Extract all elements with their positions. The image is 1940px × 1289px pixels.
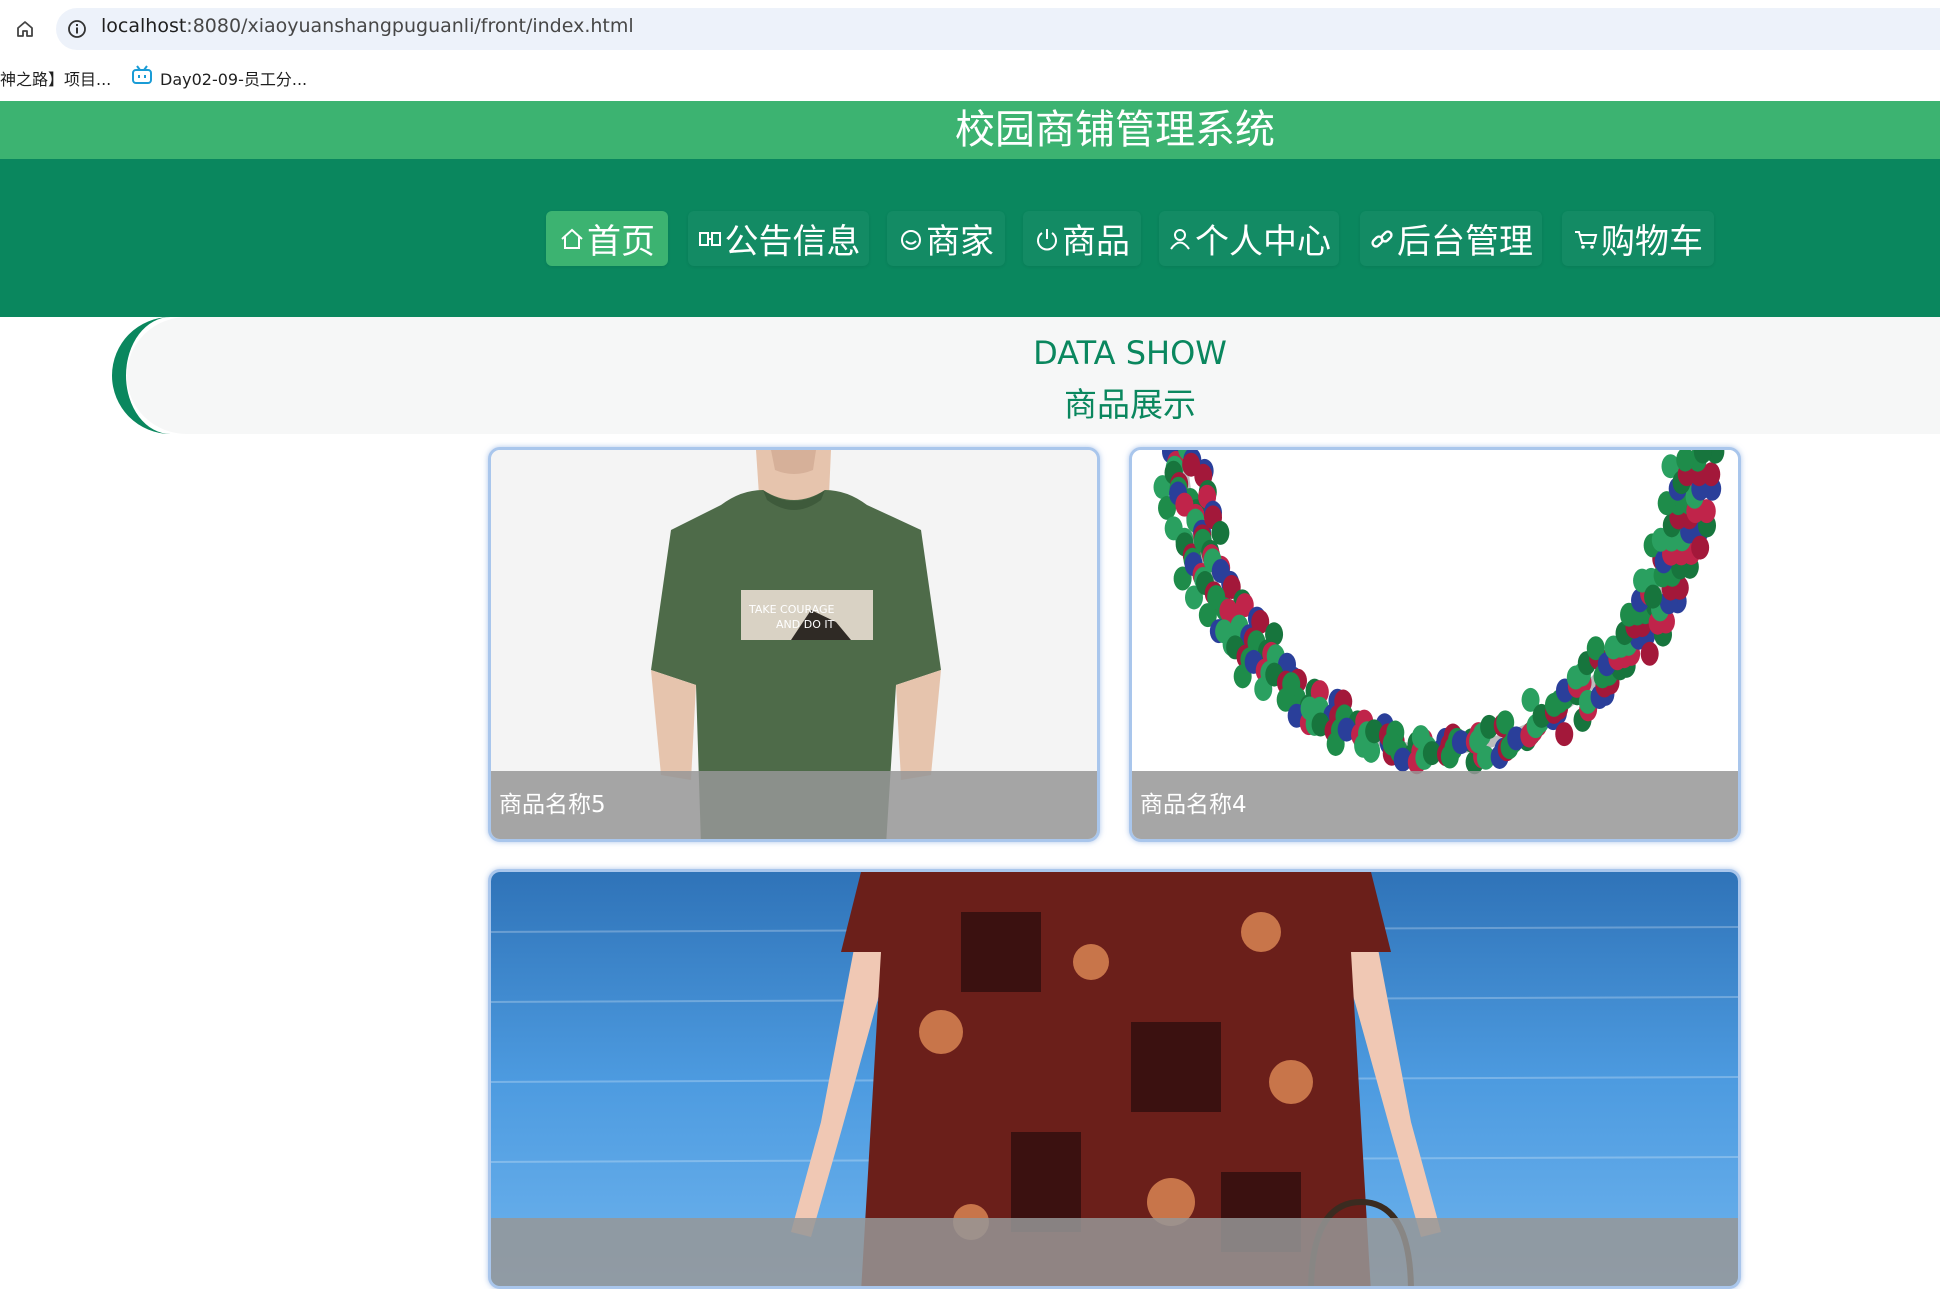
nav-label: 购物车	[1601, 222, 1703, 262]
gem-shape	[1644, 584, 1663, 609]
nav-item-cart[interactable]: 购物车	[1562, 211, 1714, 266]
power-icon	[1037, 228, 1057, 250]
url-text[interactable]: localhost:8080/xiaoyuanshangpuguanli/fro…	[101, 15, 634, 37]
bookmark-item[interactable]: 神之路】项目...	[0, 66, 111, 90]
section-title-zh: 商品展示	[1064, 385, 1196, 424]
home-icon	[561, 228, 583, 249]
user-icon	[1170, 228, 1190, 250]
link-icon	[1371, 229, 1393, 248]
svg-text:AND DO IT: AND DO IT	[776, 618, 835, 631]
cart-icon	[1575, 230, 1598, 249]
nav-label: 商品	[1062, 222, 1130, 262]
site-info-icon[interactable]	[66, 18, 88, 40]
nav-label: 商家	[926, 222, 994, 262]
nav-item-profile[interactable]: 个人中心	[1159, 211, 1339, 266]
product-card[interactable]: TAKE COURAGE AND DO IT 商品名称5	[488, 447, 1100, 842]
announcement-icon	[698, 231, 721, 246]
nav-item-announcements[interactable]: 公告信息	[688, 211, 869, 266]
nav-item-admin[interactable]: 后台管理	[1360, 211, 1542, 266]
nav-item-products[interactable]: 商品	[1023, 211, 1141, 266]
product-card[interactable]	[488, 869, 1741, 1289]
svg-text:TAKE COURAGE: TAKE COURAGE	[748, 603, 834, 616]
product-name: 商品名称4	[1132, 771, 1738, 839]
bilibili-icon	[132, 65, 152, 84]
nav-item-home[interactable]: 首页	[546, 211, 668, 266]
gem-shape	[1182, 452, 1201, 477]
nav-label: 公告信息	[724, 222, 861, 262]
bookmark-item[interactable]: Day02-09-员工分...	[160, 66, 307, 90]
gem-shape	[1640, 641, 1659, 666]
product-name: 商品名称5	[491, 771, 1097, 839]
url-host: localhost	[101, 15, 187, 37]
gem-shape	[1691, 535, 1710, 560]
product-card[interactable]: 商品名称4	[1129, 447, 1741, 842]
site-title: 校园商铺管理系统	[955, 107, 1275, 153]
gem-shape	[1555, 722, 1574, 747]
home-icon[interactable]	[14, 18, 36, 40]
url-path: :8080/xiaoyuanshangpuguanli/front/index.…	[186, 15, 634, 37]
nav-label: 首页	[587, 222, 655, 262]
product-name	[491, 1218, 1738, 1286]
nav-label: 后台管理	[1397, 222, 1533, 262]
store-icon	[901, 229, 921, 250]
nav-label: 个人中心	[1195, 222, 1331, 262]
nav-item-merchants[interactable]: 商家	[887, 211, 1005, 266]
section-title-en: DATA SHOW	[1033, 334, 1227, 372]
